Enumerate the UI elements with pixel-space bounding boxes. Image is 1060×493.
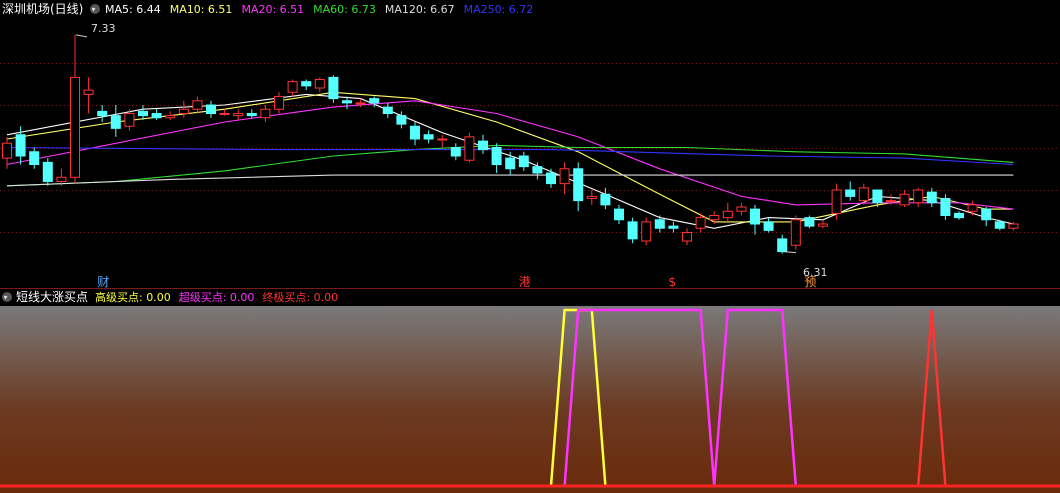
candle-down[interactable] bbox=[546, 172, 556, 185]
high-price-label: 7.33 bbox=[91, 22, 116, 35]
candle-up[interactable] bbox=[355, 102, 366, 105]
candle-up[interactable] bbox=[790, 219, 801, 246]
candle-up[interactable] bbox=[586, 195, 597, 199]
candle-down[interactable] bbox=[328, 76, 339, 100]
chart-title: 深圳机场(日线) bbox=[2, 2, 83, 16]
candle-down[interactable] bbox=[627, 221, 638, 240]
candle-down[interactable] bbox=[654, 219, 665, 229]
ma-legend-item: MA10: 6.51 bbox=[170, 3, 233, 16]
candle-down[interactable] bbox=[994, 221, 1005, 229]
candle-down[interactable] bbox=[804, 217, 815, 227]
candle-down[interactable] bbox=[478, 140, 488, 151]
candle-down[interactable] bbox=[138, 110, 148, 117]
candle-down[interactable] bbox=[396, 115, 407, 125]
candle-down[interactable] bbox=[750, 208, 760, 225]
candle-up[interactable] bbox=[260, 108, 271, 119]
candle-down[interactable] bbox=[763, 221, 774, 231]
candle-down[interactable] bbox=[600, 193, 611, 206]
candle-down[interactable] bbox=[777, 238, 788, 253]
indicator-legend-item: 终极买点: 0.00 bbox=[262, 290, 338, 304]
indicator-legend-item: 高级买点: 0.00 bbox=[95, 290, 171, 304]
ma-legend-item: MA60: 6.73 bbox=[313, 3, 376, 16]
candle-up[interactable] bbox=[70, 76, 80, 178]
price-panel-background bbox=[0, 0, 1060, 288]
candle-up[interactable] bbox=[641, 221, 652, 242]
candle-down[interactable] bbox=[491, 147, 502, 165]
candle-down[interactable] bbox=[42, 161, 53, 182]
indicator-title: 短线大涨买点 bbox=[16, 289, 88, 304]
candle-down[interactable] bbox=[369, 98, 380, 104]
candle-up[interactable] bbox=[124, 113, 135, 127]
candle-down[interactable] bbox=[342, 100, 352, 104]
low-price-label: 6.31 bbox=[803, 266, 828, 279]
ma-legend-item: MA20: 6.51 bbox=[241, 3, 304, 16]
candle-down[interactable] bbox=[110, 115, 121, 129]
candle-down[interactable] bbox=[668, 225, 679, 229]
candle-up[interactable] bbox=[559, 168, 570, 185]
ma-legend-item: MA5: 6.44 bbox=[105, 3, 161, 16]
candle-up[interactable] bbox=[314, 79, 325, 89]
candle-down[interactable] bbox=[15, 134, 26, 157]
candle-down[interactable] bbox=[410, 125, 420, 140]
candle-down[interactable] bbox=[246, 113, 257, 117]
candle-up[interactable] bbox=[165, 115, 176, 119]
event-marker[interactable]: 财 bbox=[97, 275, 109, 289]
ma-legend-item: MA250: 6.72 bbox=[464, 3, 534, 16]
ma-legend-item: MA120: 6.67 bbox=[385, 3, 455, 16]
indicator-legend-item: 超级买点: 0.00 bbox=[179, 290, 255, 304]
candle-down[interactable] bbox=[423, 134, 434, 140]
candle-up[interactable] bbox=[967, 204, 978, 212]
candle-up[interactable] bbox=[178, 108, 189, 114]
candle-down[interactable] bbox=[505, 157, 516, 170]
candle-up[interactable] bbox=[736, 206, 747, 212]
candle-down[interactable] bbox=[301, 81, 312, 87]
candle-up[interactable] bbox=[464, 136, 475, 161]
candle-down[interactable] bbox=[450, 147, 461, 157]
candle-up[interactable] bbox=[1008, 223, 1019, 229]
candle-up[interactable] bbox=[899, 193, 910, 206]
candle-up[interactable] bbox=[913, 189, 924, 204]
candle-up[interactable] bbox=[709, 215, 720, 221]
candle-up[interactable] bbox=[886, 200, 896, 203]
price-legend: 深圳机场(日线) ▾ MA5: 6.44 MA10: 6.51 MA20: 6.51… bbox=[2, 2, 533, 16]
candle-down[interactable] bbox=[614, 208, 624, 221]
candle-down[interactable] bbox=[926, 191, 937, 204]
indicator-legend: ▾ 短线大涨买点 高级买点: 0.00 超级买点: 0.00 终极买点: 0.00 bbox=[2, 289, 338, 304]
candle-down[interactable] bbox=[206, 104, 216, 114]
candle-down[interactable] bbox=[954, 212, 964, 219]
candle-up[interactable] bbox=[274, 96, 284, 110]
candle-down[interactable] bbox=[872, 189, 883, 204]
indicator-panel-background bbox=[0, 306, 1060, 493]
candle-up[interactable] bbox=[233, 113, 244, 117]
candle-down[interactable] bbox=[382, 106, 393, 114]
candle-up[interactable] bbox=[56, 176, 67, 182]
candle-down[interactable] bbox=[29, 151, 40, 165]
candle-down[interactable] bbox=[532, 166, 543, 174]
candle-up[interactable] bbox=[682, 232, 692, 242]
candle-down[interactable] bbox=[573, 168, 584, 202]
candle-down[interactable] bbox=[518, 155, 529, 168]
candle-up[interactable] bbox=[695, 217, 706, 229]
candle-down[interactable] bbox=[845, 189, 856, 197]
candle-down[interactable] bbox=[97, 110, 108, 117]
candle-up[interactable] bbox=[818, 223, 828, 227]
candle-up[interactable] bbox=[831, 189, 842, 214]
candle-down[interactable] bbox=[940, 198, 951, 216]
candle-up[interactable] bbox=[83, 89, 94, 95]
candlestick-chart[interactable]: 财港 $ 预 7.33 6.31 深圳机场(日线) ▾ MA5: 6.44 MA10:… bbox=[0, 0, 1060, 493]
candle-up[interactable] bbox=[858, 187, 869, 202]
chevron-down-icon: ▾ bbox=[92, 5, 96, 14]
event-marker[interactable]: $ bbox=[668, 275, 676, 289]
candle-up[interactable] bbox=[2, 142, 12, 159]
candle-up[interactable] bbox=[437, 138, 448, 141]
candle-up[interactable] bbox=[219, 113, 230, 115]
candle-down[interactable] bbox=[981, 208, 992, 221]
chevron-down-icon: ▾ bbox=[4, 293, 8, 302]
candle-up[interactable] bbox=[192, 100, 203, 110]
candle-up[interactable] bbox=[287, 81, 298, 93]
candle-up[interactable] bbox=[722, 210, 733, 219]
candle-down[interactable] bbox=[151, 113, 162, 119]
event-marker[interactable]: 港 bbox=[519, 275, 531, 289]
